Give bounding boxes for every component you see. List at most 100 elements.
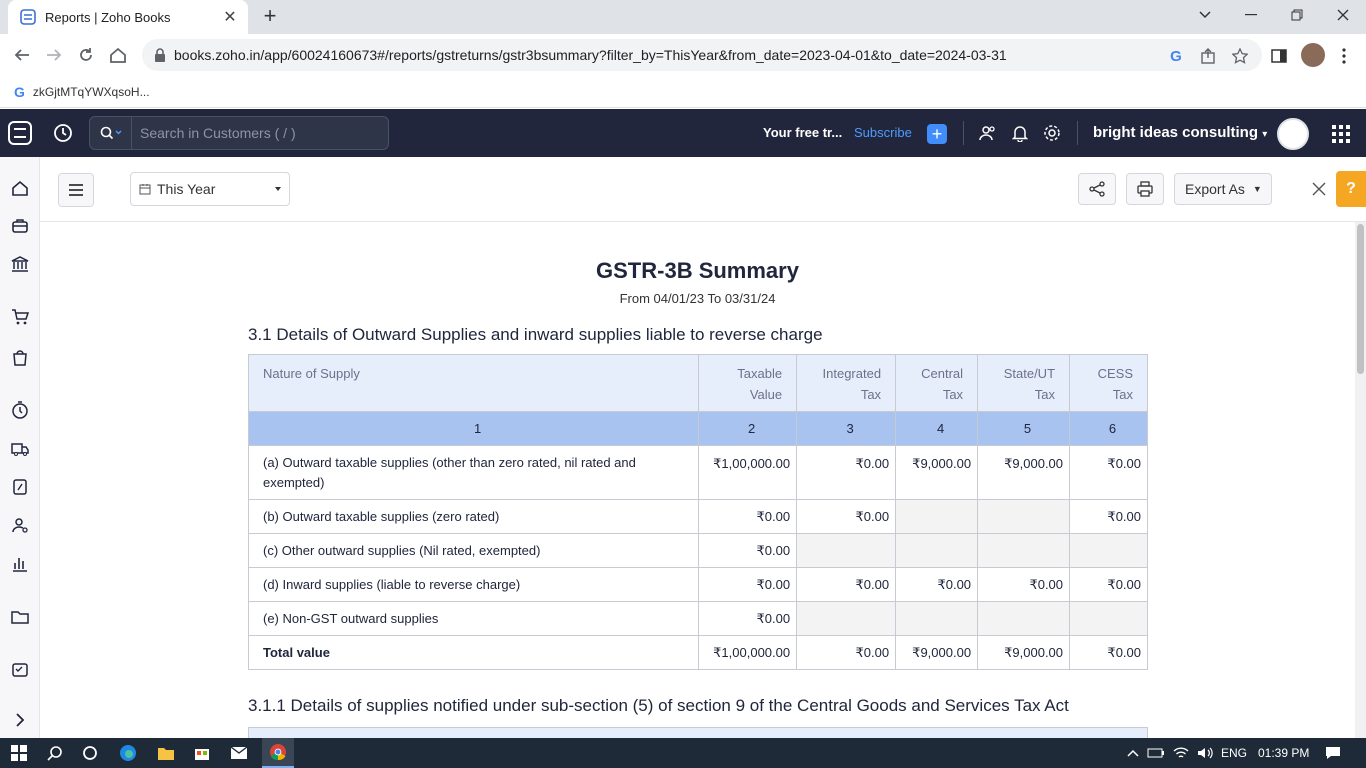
table-row: (b) Outward taxable supplies (zero rated… — [247, 499, 1148, 534]
share-icon[interactable] — [1199, 47, 1217, 65]
taxable-value-cell[interactable]: ₹0.00 — [698, 601, 798, 636]
new-tab-button[interactable]: + — [258, 4, 282, 28]
bookmarks-bar: G zkGjtMTqYWXqsoH... — [0, 76, 1366, 108]
subscribe-link[interactable]: Subscribe — [854, 125, 912, 140]
date-range-dropdown[interactable]: This Year — [130, 172, 290, 206]
browser-tab[interactable]: Reports | Zoho Books ✕ — [8, 0, 248, 34]
integrated-tax-cell[interactable]: ₹0.00 — [796, 445, 897, 500]
central-tax-cell[interactable]: ₹0.00 — [895, 567, 979, 602]
index-cell: 4 — [895, 411, 979, 446]
taxable-value-cell[interactable]: ₹1,00,000.00 — [698, 445, 798, 500]
cess-tax-cell[interactable]: ₹0.00 — [1069, 499, 1148, 534]
tab-search-chevron-icon[interactable] — [1182, 0, 1228, 30]
clock[interactable]: 01:39 PM — [1258, 746, 1309, 760]
battery-icon[interactable] — [1147, 744, 1165, 762]
share-report-button[interactable] — [1078, 173, 1116, 205]
index-cell: 2 — [698, 411, 798, 446]
google-icon[interactable]: G — [1167, 47, 1185, 65]
search-icon[interactable] — [90, 117, 132, 149]
banking-icon[interactable] — [10, 254, 30, 274]
side-panel-icon[interactable] — [1270, 47, 1288, 65]
home-icon[interactable] — [10, 178, 30, 198]
zoho-books-logo-icon[interactable] — [6, 119, 34, 147]
recent-history-icon[interactable] — [52, 122, 74, 144]
referral-users-icon[interactable] — [978, 123, 998, 143]
bookmark-item[interactable]: zkGjtMTqYWXqsoH... — [33, 85, 150, 99]
sales-cart-icon[interactable] — [10, 307, 30, 327]
file-explorer-icon[interactable] — [157, 744, 175, 762]
nature-cell: (c) Other outward supplies (Nil rated, e… — [247, 533, 700, 568]
taxable-value-cell[interactable]: ₹0.00 — [698, 499, 798, 534]
volume-icon[interactable] — [1196, 744, 1214, 762]
close-report-icon[interactable] — [1311, 181, 1327, 197]
forward-arrow-icon[interactable] — [42, 43, 66, 67]
app-launcher-grid-icon[interactable] — [1331, 124, 1351, 144]
quick-create-button[interactable]: + — [927, 124, 947, 144]
hamburger-icon — [69, 184, 83, 196]
integrated-tax-cell[interactable]: ₹0.00 — [796, 567, 897, 602]
reports-chart-icon[interactable] — [10, 554, 30, 574]
search-icon[interactable] — [46, 744, 64, 762]
address-bar[interactable]: books.zoho.in/app/60024160673#/reports/g… — [142, 39, 1262, 71]
browser-toolbar: books.zoho.in/app/60024160673#/reports/g… — [0, 34, 1366, 76]
close-window-button[interactable] — [1320, 0, 1366, 30]
action-center-icon[interactable] — [1324, 744, 1342, 762]
accountant-icon[interactable] — [10, 477, 30, 497]
star-icon[interactable] — [1231, 47, 1249, 65]
config-checklist-icon[interactable] — [10, 660, 30, 680]
organization-switcher[interactable]: bright ideas consulting ▾ — [1093, 124, 1267, 141]
cess-tax-cell[interactable]: ₹0.00 — [1069, 567, 1148, 602]
report-toolbar: This Year Export As ▼ ? — [40, 157, 1366, 222]
contacts-user-icon[interactable] — [10, 515, 30, 535]
cortana-circle-icon[interactable] — [81, 744, 99, 762]
print-button[interactable] — [1126, 173, 1164, 205]
taxable-value-cell[interactable]: ₹0.00 — [698, 533, 798, 568]
central-tax-cell-na — [895, 499, 979, 534]
section-heading-3-1: 3.1 Details of Outward Supplies and inwa… — [248, 325, 823, 344]
search-input[interactable]: Search in Customers ( / ) — [132, 125, 296, 141]
notifications-bell-icon[interactable] — [1010, 123, 1030, 143]
store-bag-icon[interactable] — [193, 744, 211, 762]
trial-notice[interactable]: Your free tr... — [763, 125, 842, 140]
windows-start-icon[interactable] — [10, 744, 28, 762]
tab-close-icon[interactable]: ✕ — [222, 7, 238, 27]
time-tracking-icon[interactable] — [10, 400, 30, 420]
chrome-taskbar-icon[interactable] — [262, 738, 294, 768]
global-search[interactable]: Search in Customers ( / ) — [89, 116, 389, 150]
reload-icon[interactable] — [74, 43, 98, 67]
more-menu-icon[interactable] — [1335, 47, 1353, 65]
report-scrollbar[interactable] — [1355, 222, 1366, 738]
wifi-icon[interactable] — [1172, 744, 1190, 762]
central-tax-cell[interactable]: ₹9,000.00 — [895, 445, 979, 500]
back-arrow-icon[interactable] — [10, 43, 34, 67]
edge-browser-icon[interactable] — [119, 744, 137, 762]
mail-icon[interactable] — [230, 744, 248, 762]
export-as-dropdown[interactable]: Export As ▼ — [1174, 173, 1272, 205]
profile-avatar[interactable] — [1301, 43, 1325, 67]
total-integrated-tax: ₹0.00 — [796, 635, 897, 670]
user-avatar[interactable] — [1277, 118, 1309, 150]
restore-button[interactable] — [1274, 0, 1320, 30]
documents-folder-icon[interactable] — [10, 607, 30, 627]
help-button[interactable]: ? — [1336, 171, 1366, 207]
state-ut-tax-cell[interactable]: ₹9,000.00 — [977, 445, 1071, 500]
report-menu-button[interactable] — [58, 173, 94, 207]
lock-icon — [155, 48, 165, 62]
index-cell: 1 — [247, 411, 700, 446]
state-ut-tax-cell[interactable]: ₹0.00 — [977, 567, 1071, 602]
cess-tax-cell[interactable]: ₹0.00 — [1069, 445, 1148, 500]
report-date-range: From 04/01/23 To 03/31/24 — [619, 291, 776, 306]
export-label: Export As — [1185, 181, 1245, 197]
expand-sidebar-chevron-icon[interactable] — [10, 710, 30, 730]
eway-bill-truck-icon[interactable] — [10, 439, 30, 459]
integrated-tax-cell[interactable]: ₹0.00 — [796, 499, 897, 534]
tray-chevron-up-icon[interactable] — [1124, 744, 1142, 762]
purchases-bag-icon[interactable] — [10, 347, 30, 367]
taxable-value-cell[interactable]: ₹0.00 — [698, 567, 798, 602]
scrollbar-thumb[interactable] — [1357, 224, 1364, 374]
minimize-button[interactable] — [1228, 0, 1274, 30]
settings-gear-icon[interactable] — [1042, 123, 1062, 143]
items-box-icon[interactable] — [10, 216, 30, 236]
home-icon[interactable] — [106, 43, 130, 67]
input-language-indicator[interactable]: ENG — [1221, 746, 1247, 760]
